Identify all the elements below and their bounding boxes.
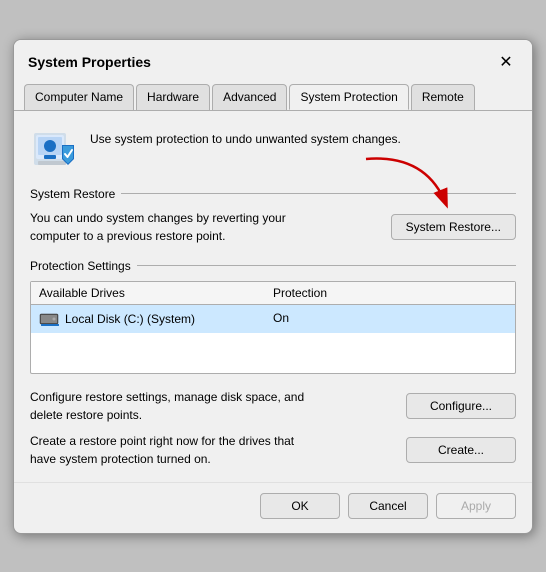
- restore-row: You can undo system changes by reverting…: [30, 209, 516, 245]
- configure-row: Configure restore settings, manage disk …: [30, 388, 516, 424]
- ok-button[interactable]: OK: [260, 493, 340, 519]
- create-row: Create a restore point right now for the…: [30, 432, 516, 468]
- drive-protection: On: [273, 311, 507, 327]
- dialog-title: System Properties: [28, 54, 151, 70]
- drive-name-cell: Local Disk (C:) (System): [39, 311, 273, 327]
- tab-advanced[interactable]: Advanced: [212, 84, 287, 110]
- apply-button[interactable]: Apply: [436, 493, 516, 519]
- title-bar: System Properties ✕: [14, 40, 532, 74]
- drive-name: Local Disk (C:) (System): [65, 312, 195, 326]
- drives-table: Available Drives Protection Local Disk (…: [30, 281, 516, 374]
- protection-settings-label: Protection Settings: [30, 259, 516, 273]
- system-restore-section: System Restore You can undo system chang…: [30, 187, 516, 245]
- tab-computer-name[interactable]: Computer Name: [24, 84, 134, 110]
- table-row[interactable]: Local Disk (C:) (System) On: [31, 305, 515, 333]
- configure-button[interactable]: Configure...: [406, 393, 516, 419]
- header-row: Use system protection to undo unwanted s…: [30, 125, 516, 173]
- col-drives-header: Available Drives: [39, 286, 273, 300]
- configure-description: Configure restore settings, manage disk …: [30, 388, 310, 424]
- col-protection-header: Protection: [273, 286, 507, 300]
- close-button[interactable]: ✕: [494, 50, 518, 74]
- tab-system-protection[interactable]: System Protection: [289, 84, 408, 110]
- create-description: Create a restore point right now for the…: [30, 432, 310, 468]
- tab-bar: Computer Name Hardware Advanced System P…: [14, 78, 532, 111]
- system-restore-label: System Restore: [30, 187, 516, 201]
- tab-remote[interactable]: Remote: [411, 84, 475, 110]
- restore-description: You can undo system changes by reverting…: [30, 209, 300, 245]
- system-properties-dialog: System Properties ✕ Computer Name Hardwa…: [13, 39, 533, 534]
- protection-settings-section: Protection Settings Available Drives Pro…: [30, 259, 516, 374]
- table-header: Available Drives Protection: [31, 282, 515, 305]
- drive-icon: [39, 311, 59, 327]
- cancel-button[interactable]: Cancel: [348, 493, 428, 519]
- dialog-footer: OK Cancel Apply: [14, 482, 532, 533]
- tab-hardware[interactable]: Hardware: [136, 84, 210, 110]
- system-protection-icon: [30, 125, 78, 173]
- system-restore-button[interactable]: System Restore...: [391, 214, 516, 240]
- empty-rows: [31, 333, 515, 373]
- create-button[interactable]: Create...: [406, 437, 516, 463]
- header-description: Use system protection to undo unwanted s…: [90, 125, 401, 148]
- content-area: Use system protection to undo unwanted s…: [14, 111, 532, 482]
- restore-button-container: System Restore...: [391, 214, 516, 240]
